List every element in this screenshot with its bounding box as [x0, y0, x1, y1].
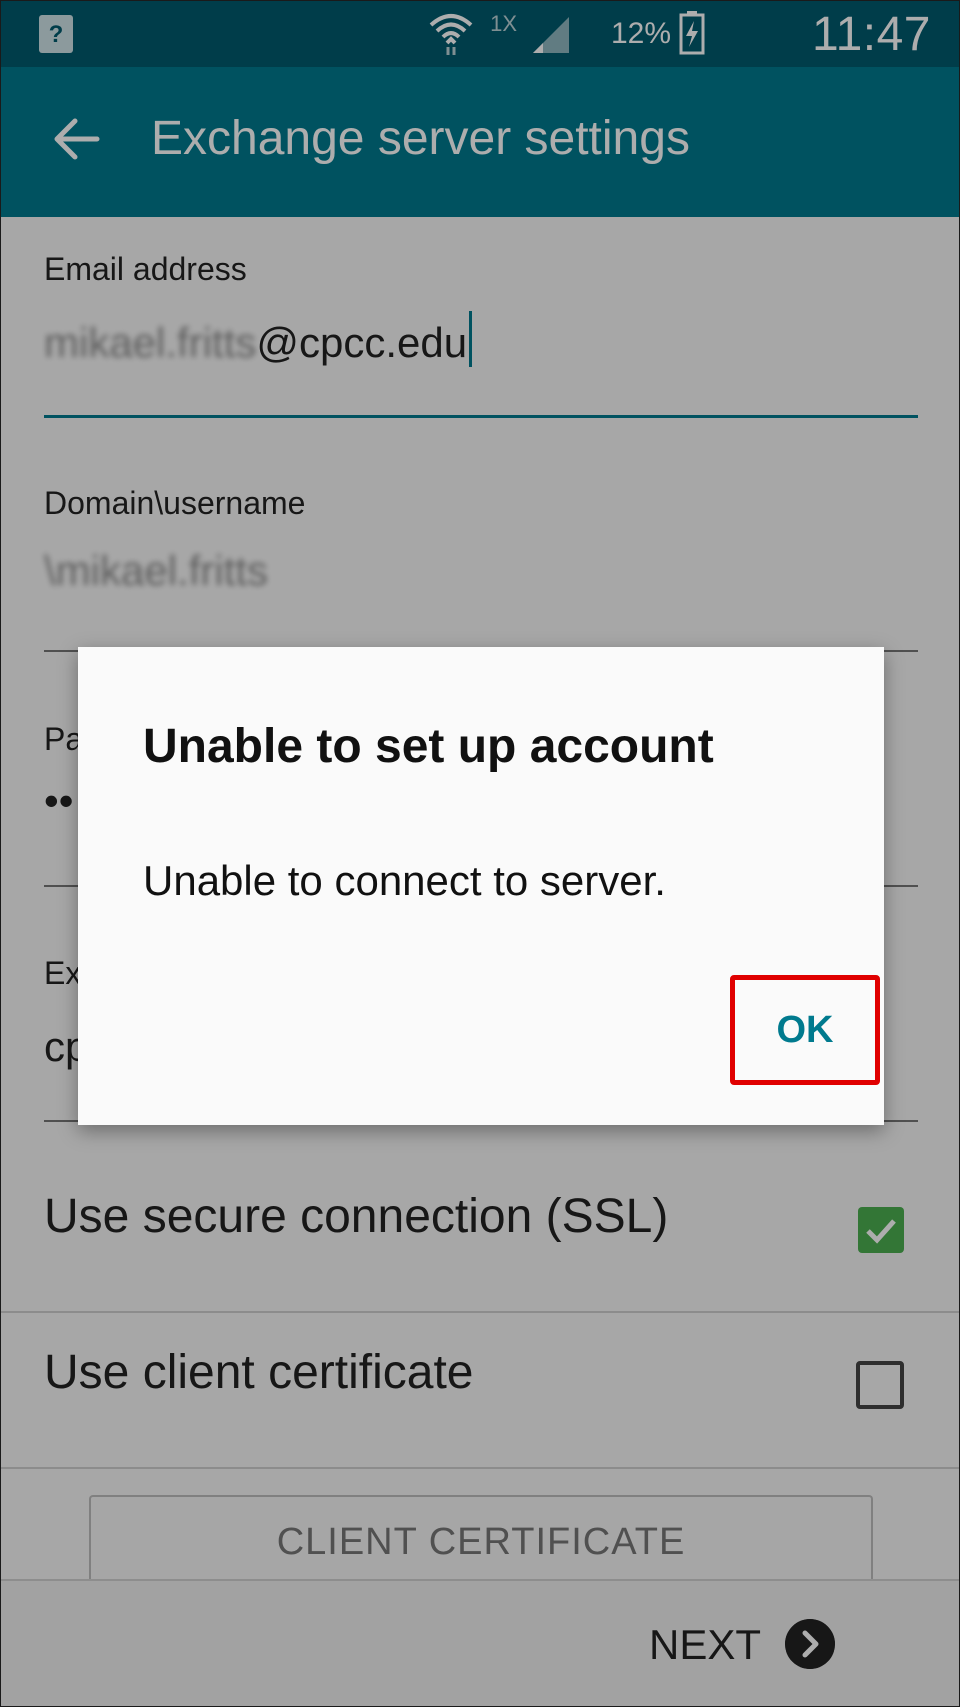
screen: ? 1X 12% 11:47 AM — [0, 0, 960, 1707]
dialog-message: Unable to connect to server. — [143, 857, 666, 904]
ok-button[interactable]: OK — [730, 975, 880, 1085]
error-dialog: Unable to set up account Unable to conne… — [78, 647, 884, 1125]
dialog-title: Unable to set up account — [143, 720, 714, 773]
